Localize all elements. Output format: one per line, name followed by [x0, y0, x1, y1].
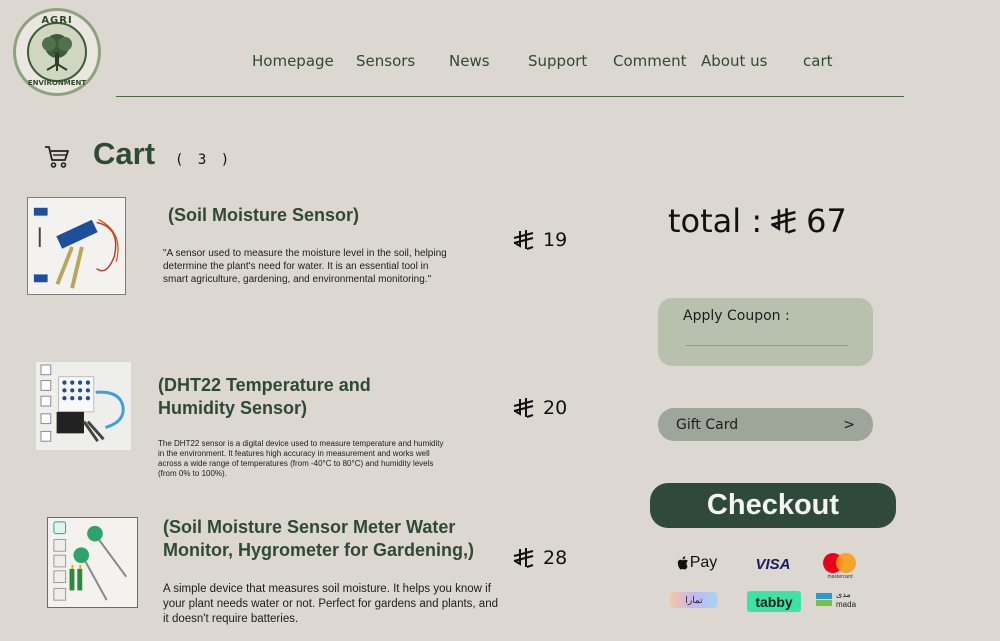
apple-pay-logo: Pay: [674, 552, 720, 574]
riyal-icon: [513, 398, 534, 418]
total-value: 67: [806, 202, 847, 240]
cart-total: total : 67: [668, 202, 847, 240]
logo-bottom-text: ENVIRONMENT: [27, 79, 87, 87]
item-price-soil-meter: 28: [513, 547, 567, 569]
logo-top-text: AGRI: [41, 15, 73, 26]
item-title-soil-meter[interactable]: (Soil Moisture Sensor Meter Water Monito…: [163, 516, 503, 562]
nav-support[interactable]: Support: [528, 52, 587, 70]
gift-card-label: Gift Card: [676, 416, 739, 433]
nav-news[interactable]: News: [449, 52, 490, 70]
riyal-icon: [771, 208, 796, 234]
apple-pay-text: Pay: [689, 554, 718, 571]
soil-moisture-sensor-image[interactable]: [27, 197, 126, 295]
nav-cart[interactable]: cart: [803, 52, 833, 70]
page-title: Cart: [93, 136, 156, 171]
mastercard-icon: [823, 552, 857, 573]
mastercard-logo: mastercard: [821, 551, 859, 581]
nav-homepage[interactable]: Homepage: [252, 52, 334, 70]
visa-logo: VISA: [755, 555, 791, 573]
apple-icon: [677, 556, 688, 570]
riyal-icon: [513, 548, 534, 568]
price-value: 20: [543, 397, 568, 419]
mastercard-text: mastercard: [827, 573, 853, 580]
mada-text: مدى mada: [836, 590, 856, 610]
mada-icon: [816, 593, 832, 606]
item-description-dht22: The DHT22 sensor is a digital device use…: [158, 439, 444, 478]
mada-logo: مدى mada: [816, 590, 866, 610]
soil-meter-image[interactable]: [47, 517, 138, 608]
price-value: 19: [543, 229, 568, 251]
nav-about-us[interactable]: About us: [701, 52, 767, 70]
mada-english-text: mada: [836, 600, 857, 609]
tamara-logo: تمارا: [670, 592, 718, 608]
chevron-right-icon: >: [843, 416, 855, 433]
tabby-logo: tabby: [747, 591, 801, 612]
shopping-cart-icon: [45, 146, 69, 168]
nav-sensors[interactable]: Sensors: [356, 52, 415, 70]
checkout-button[interactable]: Checkout: [650, 483, 896, 528]
nav-comment[interactable]: Comment: [613, 52, 687, 70]
coupon-label: Apply Coupon :: [683, 308, 790, 324]
coupon-box: Apply Coupon :: [658, 298, 873, 366]
dht22-sensor-image[interactable]: [36, 362, 131, 450]
riyal-icon: [513, 230, 534, 250]
main-nav: Homepage Sensors News Support Comment Ab…: [0, 52, 1000, 72]
price-value: 28: [543, 547, 568, 569]
item-description-soil-meter: A simple device that measures soil moist…: [163, 583, 498, 625]
nav-divider: [116, 96, 904, 97]
gift-card-button[interactable]: Gift Card >: [658, 408, 873, 441]
coupon-input[interactable]: [686, 328, 848, 346]
mada-arabic-text: مدى: [836, 590, 851, 599]
item-price-soil-moisture: 19: [513, 229, 567, 251]
cart-count: ( 3 ): [175, 152, 233, 168]
item-title-dht22[interactable]: (DHT22 Temperature and Humidity Sensor): [158, 374, 428, 420]
total-label: total :: [668, 202, 763, 240]
item-price-dht22: 20: [513, 397, 567, 419]
item-description-soil-moisture: "A sensor used to measure the moisture l…: [163, 248, 447, 285]
item-title-soil-moisture[interactable]: (Soil Moisture Sensor): [168, 204, 488, 227]
